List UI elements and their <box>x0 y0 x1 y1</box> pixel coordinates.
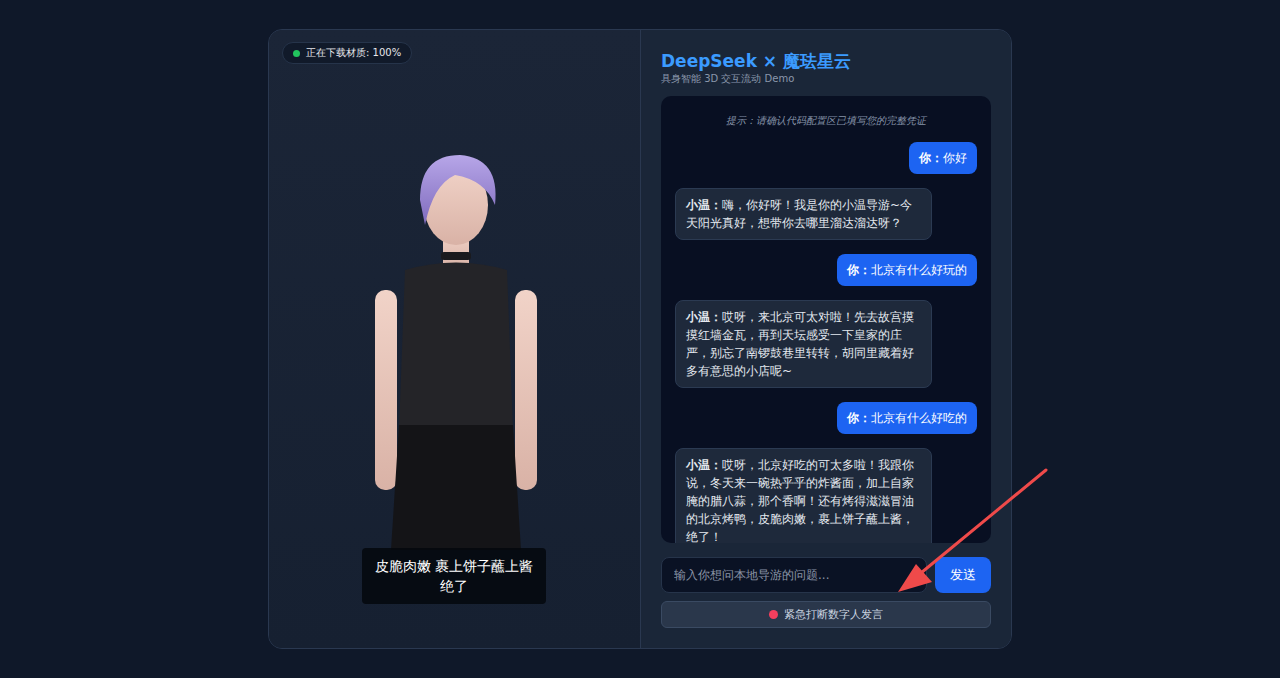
chat-panel: DeepSeek × 魔珐星云 具身智能 3D 交互流动 Demo 提示：请确认… <box>640 30 1011 648</box>
user-message: 你：北京有什么好吃的 <box>837 402 977 434</box>
message-text: 你好 <box>943 151 967 165</box>
message-speaker: 你： <box>919 151 943 165</box>
chat-log: 提示：请确认代码配置区已填写您的完整凭证你：你好小温：嗨，你好呀！我是你的小温导… <box>661 96 991 543</box>
message-speaker: 小温： <box>686 310 722 324</box>
message-speaker: 小温： <box>686 458 722 472</box>
bot-message: 小温：嗨，你好呀！我是你的小温导游~今天阳光真好，想带你去哪里溜达溜达呀？ <box>675 188 932 240</box>
user-message: 你：你好 <box>909 142 977 174</box>
status-text: 正在下载材质: 100% <box>306 46 401 60</box>
app-subtitle: 具身智能 3D 交互流动 Demo <box>661 72 991 86</box>
message-text: 北京有什么好玩的 <box>871 263 967 277</box>
message-speaker: 小温： <box>686 198 722 212</box>
message-speaker: 你： <box>847 263 871 277</box>
record-dot-icon <box>769 610 778 619</box>
demo-card: 正在下载材质: 100% 皮脆肉嫩 裹上饼子蘸上酱 <box>268 29 1012 649</box>
interrupt-button[interactable]: 紧急打断数字人发言 <box>661 601 991 628</box>
config-hint: 提示：请确认代码配置区已填写您的完整凭证 <box>675 114 977 128</box>
bot-message: 小温：哎呀，来北京可太对啦！先去故宫摸摸红墙金瓦，再到天坛感受一下皇家的庄严，别… <box>675 300 932 388</box>
message-speaker: 你： <box>847 411 871 425</box>
annotation-arrow-icon <box>880 460 1060 610</box>
speech-caption: 皮脆肉嫩 裹上饼子蘸上酱 绝了 <box>362 548 546 604</box>
interrupt-label: 紧急打断数字人发言 <box>784 608 883 622</box>
bot-message: 小温：哎呀，北京好吃的可太多啦！我跟你说，冬天来一碗热乎乎的炸酱面，加上自家腌的… <box>675 448 932 543</box>
status-badge: 正在下载材质: 100% <box>282 42 412 64</box>
send-button[interactable]: 发送 <box>935 557 991 593</box>
user-message: 你：北京有什么好玩的 <box>837 254 977 286</box>
avatar-panel: 正在下载材质: 100% 皮脆肉嫩 裹上饼子蘸上酱 <box>269 30 640 648</box>
question-input[interactable] <box>661 557 927 593</box>
message-text: 北京有什么好吃的 <box>871 411 967 425</box>
status-dot-icon <box>293 50 300 57</box>
app-title: DeepSeek × 魔珐星云 <box>661 50 991 72</box>
input-row: 发送 <box>661 557 991 593</box>
